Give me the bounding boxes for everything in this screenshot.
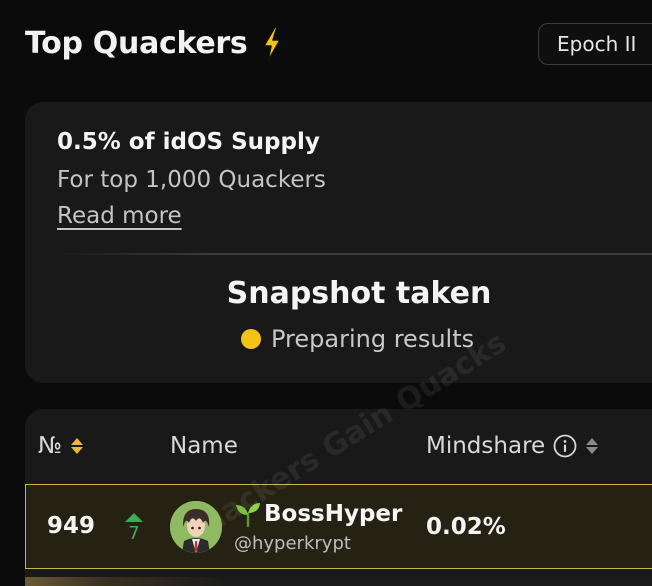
read-more-link[interactable]: Read more bbox=[57, 200, 182, 232]
user-handle[interactable]: @hyperkrypt bbox=[234, 532, 351, 556]
column-header-rank[interactable]: № bbox=[38, 429, 84, 463]
snapshot-title: Snapshot taken bbox=[226, 276, 492, 311]
column-header-mindshare-label: Mindshare bbox=[426, 433, 546, 459]
table-row-partial[interactable] bbox=[25, 577, 652, 586]
column-header-mindshare[interactable]: Mindshare bbox=[426, 429, 599, 463]
status-text: Preparing results bbox=[271, 325, 475, 353]
divider bbox=[57, 253, 652, 255]
info-icon[interactable] bbox=[553, 434, 577, 458]
arrow-up-icon bbox=[125, 513, 143, 522]
sort-active-icon bbox=[70, 438, 83, 454]
user-display-name-text: BossHyper bbox=[264, 501, 403, 527]
epoch-selector[interactable]: Epoch II bbox=[538, 23, 652, 65]
rank-value: 949 bbox=[47, 513, 96, 539]
status-dot-icon bbox=[241, 329, 261, 349]
user-display-name[interactable]: BossHyper bbox=[234, 499, 402, 529]
page-title-text: Top Quackers bbox=[25, 26, 248, 61]
avatar[interactable] bbox=[170, 501, 222, 553]
page-title: Top Quackers bbox=[25, 24, 283, 64]
avatar-image bbox=[170, 501, 222, 553]
mindshare-value: 0.02% bbox=[426, 514, 506, 540]
lightning-bolt-icon bbox=[263, 26, 282, 62]
eligibility-text: For top 1,000 Quackers bbox=[57, 167, 326, 193]
status-indicator: Preparing results bbox=[241, 323, 474, 355]
sort-icon bbox=[586, 438, 599, 454]
rank-change: 7 bbox=[123, 513, 145, 543]
table-row[interactable]: Quackers Gain Quacks 949 7 bbox=[25, 325, 652, 569]
supply-text: 0.5% of idOS Supply bbox=[57, 129, 320, 155]
seedling-icon bbox=[236, 503, 260, 527]
rank-change-value: 7 bbox=[128, 523, 140, 544]
epoch-label: Epoch II bbox=[557, 32, 637, 56]
column-header-rank-label: № bbox=[38, 433, 62, 459]
leaderboard-page: Top Quackers Epoch II 0.5% of idOS Suppl… bbox=[0, 0, 652, 586]
campaign-card: 0.5% of idOS Supply For top 1,000 Quacke… bbox=[25, 102, 652, 383]
column-header-name: Name bbox=[170, 429, 238, 463]
column-header-name-label: Name bbox=[170, 433, 238, 459]
